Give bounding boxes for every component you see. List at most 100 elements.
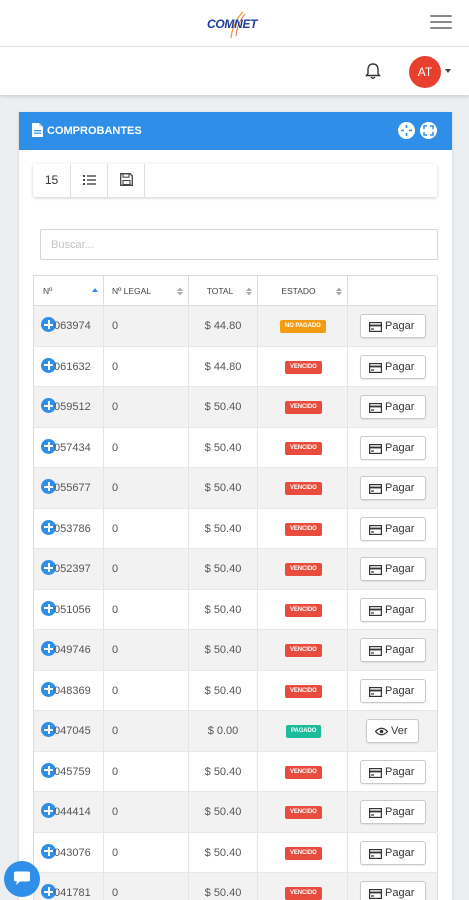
table-row: 055677 0 $ 50.40 VENCIDO Pagar xyxy=(34,468,438,509)
cell-estado: NO PAGADO xyxy=(258,306,348,346)
numero-text: 052397 xyxy=(54,563,91,575)
status-badge: VENCIDO xyxy=(285,563,322,576)
action-label: Pagar xyxy=(385,320,415,332)
action-label: Pagar xyxy=(385,765,415,778)
numero-text: 043076 xyxy=(54,846,91,859)
cell-legal: 0 xyxy=(104,670,189,711)
action-label: Pagar xyxy=(385,644,415,656)
cell-action: Pagar xyxy=(348,873,438,900)
pagar-button[interactable]: Pagar xyxy=(360,354,426,379)
pagar-button[interactable]: Pagar xyxy=(360,840,426,865)
numero-text: 048369 xyxy=(54,684,91,697)
pagar-button[interactable]: Pagar xyxy=(360,597,426,622)
cell-estado: VENCIDO xyxy=(258,508,348,549)
numero-text: 057434 xyxy=(54,441,91,454)
status-badge: VENCIDO xyxy=(285,441,322,455)
cell-legal: 0 xyxy=(104,427,189,468)
numero-text: 063974 xyxy=(54,320,91,332)
cell-numero: 048369 xyxy=(34,670,104,711)
table-row: 052397 0 $ 50.40 VENCIDO Pagar xyxy=(34,549,438,590)
pagar-button[interactable]: Pagar xyxy=(360,638,426,662)
export-button[interactable] xyxy=(108,164,145,197)
pagar-button[interactable]: Pagar xyxy=(360,476,426,500)
status-badge: VENCIDO xyxy=(285,846,322,860)
cell-numero: 045759 xyxy=(34,751,104,792)
cell-total: $ 50.40 xyxy=(189,549,258,589)
pagar-button[interactable]: Pagar xyxy=(360,314,426,338)
cell-total: $ 50.40 xyxy=(189,630,258,670)
card-title: COMPROBANTES xyxy=(47,125,142,137)
cell-numero: 052397 xyxy=(34,549,104,589)
table-row: 049746 0 $ 50.40 VENCIDO Pagar xyxy=(34,630,438,671)
cell-action: Ver xyxy=(348,711,438,751)
ver-button[interactable]: Ver xyxy=(366,719,419,743)
chat-icon xyxy=(14,871,30,885)
numero-text: 055677 xyxy=(54,482,91,494)
numero-text: 041781 xyxy=(54,887,91,899)
column-header-estado[interactable]: ESTADO xyxy=(258,276,348,306)
page-size-select[interactable]: 15 xyxy=(33,164,71,197)
status-badge: PAGADO xyxy=(286,725,322,738)
chat-button[interactable] xyxy=(4,861,40,897)
cell-numero: 055677 xyxy=(34,468,104,508)
pagar-button[interactable]: Pagar xyxy=(360,881,426,900)
search-input[interactable] xyxy=(40,229,438,260)
credit-card-icon xyxy=(369,484,382,494)
cell-legal: 0 xyxy=(104,792,189,832)
table-row: 047045 0 $ 0.00 PAGADO Ver xyxy=(34,711,438,752)
cell-total: $ 50.40 xyxy=(189,387,258,427)
cell-numero: 041781 xyxy=(34,873,104,900)
cell-total: $ 50.40 xyxy=(189,670,258,711)
credit-card-icon xyxy=(369,889,382,899)
cell-action: Pagar xyxy=(348,387,438,427)
status-badge: VENCIDO xyxy=(285,603,322,617)
table-body: 063974 0 $ 44.80 NO PAGADO Pagar 061632 0 $ 44.… xyxy=(34,306,438,900)
columns-toggle-button[interactable] xyxy=(71,164,108,197)
pagar-button[interactable]: Pagar xyxy=(360,516,426,541)
pagar-button[interactable]: Pagar xyxy=(360,800,426,824)
cell-action: Pagar xyxy=(348,427,438,468)
status-badge: NO PAGADO xyxy=(280,320,326,333)
action-label: Pagar xyxy=(385,482,415,494)
pagar-button[interactable]: Pagar xyxy=(360,759,426,784)
hamburger-icon[interactable] xyxy=(430,15,452,31)
pagar-button[interactable]: Pagar xyxy=(360,557,426,581)
avatar[interactable]: AT xyxy=(409,56,441,88)
comnet-logo[interactable]: COMNET xyxy=(203,8,269,42)
action-label: Pagar xyxy=(385,401,415,413)
pagar-button[interactable]: Pagar xyxy=(360,395,426,419)
column-header-total[interactable]: TOTAL xyxy=(189,276,258,306)
pagar-button[interactable]: Pagar xyxy=(360,435,426,460)
cell-numero: 047045 xyxy=(34,711,104,751)
comprobantes-table: Nº Nº LEGAL TOTAL ESTADO 063974 0 $ 44.80 N… xyxy=(33,275,438,900)
cell-total: $ 50.40 xyxy=(189,589,258,630)
status-badge: VENCIDO xyxy=(285,684,322,698)
chevron-down-icon[interactable] xyxy=(445,69,451,73)
cell-legal: 0 xyxy=(104,387,189,427)
cell-legal: 0 xyxy=(104,346,189,387)
sort-icon xyxy=(246,287,252,296)
action-label: Pagar xyxy=(385,441,415,454)
numero-text: 049746 xyxy=(54,644,91,656)
status-badge: VENCIDO xyxy=(285,360,322,374)
cell-total: $ 44.80 xyxy=(189,346,258,387)
cell-total: $ 50.40 xyxy=(189,873,258,900)
logo-text: COMNET xyxy=(207,17,258,31)
status-badge: VENCIDO xyxy=(285,887,322,900)
numero-text: 044414 xyxy=(54,806,91,818)
table-row: 057434 0 $ 50.40 VENCIDO Pagar xyxy=(34,427,438,468)
status-badge: VENCIDO xyxy=(285,765,322,779)
cell-total: $ 50.40 xyxy=(189,832,258,873)
status-badge: VENCIDO xyxy=(285,644,322,657)
cell-estado: VENCIDO xyxy=(258,346,348,387)
collapse-icon[interactable] xyxy=(398,122,415,139)
table-row: 044414 0 $ 50.40 VENCIDO Pagar xyxy=(34,792,438,833)
column-header-legal[interactable]: Nº LEGAL xyxy=(104,276,189,306)
fullscreen-icon[interactable] xyxy=(420,122,437,139)
pagar-button[interactable]: Pagar xyxy=(360,678,426,703)
column-header-numero[interactable]: Nº xyxy=(34,276,104,306)
cell-action: Pagar xyxy=(348,549,438,589)
bell-icon[interactable] xyxy=(363,61,383,81)
action-label: Pagar xyxy=(385,360,415,373)
cell-legal: 0 xyxy=(104,306,189,346)
